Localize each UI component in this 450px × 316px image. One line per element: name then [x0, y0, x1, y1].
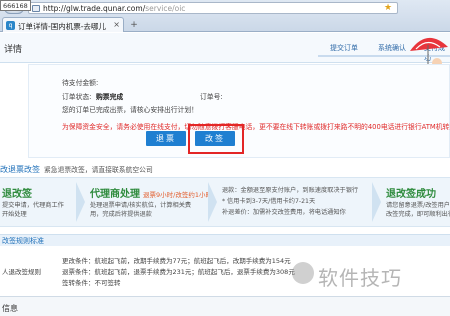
info-header [0, 296, 450, 316]
process-step-refund-desc-1: 退款：金额退至原支付账户，到账速度取决于银行 [222, 187, 359, 194]
step-submit-order: 提交订单 [330, 44, 358, 52]
rules-header [0, 234, 450, 246]
info-title: 信息 [2, 304, 18, 313]
process-step-agent-desc-1: 处理退票申请/核实航位，计算相关费 [90, 202, 192, 209]
order-status-label: 订单状态: [62, 93, 92, 101]
tab-close-icon[interactable]: × [113, 20, 120, 29]
highlight-box [188, 124, 244, 154]
new-tab-button[interactable]: + [128, 20, 140, 30]
process-arrow [372, 182, 381, 222]
process-step-apply-desc-2: 开始处理 [2, 211, 27, 218]
qunar-favicon-icon: q [6, 21, 15, 30]
tab-strip: q 订单详情-国内机票-去哪儿 × + [0, 16, 450, 32]
lock-icon [32, 5, 40, 12]
back-tooltip: 666168 [0, 0, 31, 11]
process-step-success-desc-2: 改签完成，即可顺利出行 [386, 211, 450, 218]
rule-transfer: 签转条件：不可签转 [62, 279, 121, 287]
tab-title: 订单详情-国内机票-去哪儿 [18, 22, 106, 31]
order-number-label: 订单号: [200, 93, 223, 101]
browser-chrome: http://glw.trade.qunar.com/service/oic ★… [0, 0, 450, 32]
order-message: 您的订单已完成出票，请核心安排出行计划！ [62, 106, 198, 114]
pending-amount-label: 待支付金额: [62, 79, 99, 87]
process-step-success: 退改签成功 [386, 189, 436, 200]
page-header: 详情 提交订单 系统确认 支付成功 [0, 33, 450, 73]
process-arrow [208, 182, 217, 222]
process-subtitle: 紧急退票改签，请直接联系航空公司 [44, 166, 153, 174]
address-bar[interactable]: http://glw.trade.qunar.com/service/oic [28, 2, 398, 14]
process-step-refund-desc-3: 补退差价：加需补交改签费用，将电话通知你 [222, 209, 346, 216]
rule-change: 更改条件：航班起飞前，改期手续费为77元；航班起飞后，改期手续费为154元 [62, 257, 291, 265]
refund-button[interactable]: 退票 [146, 131, 186, 146]
process-step-apply: 退改签 [2, 189, 32, 200]
process-step-agent-desc-2: 用，完成后将提供退款 [90, 211, 152, 218]
url-text: http://glw.trade.qunar.com/ [43, 4, 146, 13]
page-title: 详情 [4, 45, 23, 55]
browser-tab[interactable]: q 订单详情-国内机票-去哪儿 × [2, 17, 124, 32]
process-step-refund-desc-2: * 信用卡到3-7天/借用卡约7-21天 [222, 198, 316, 205]
url-path: service/oic [145, 4, 186, 13]
rules-title: 改签规则标准 [2, 237, 44, 245]
process-title: 改退票改签 紧急退票改签，请直接联系航空公司 [0, 165, 153, 174]
process-arrow [76, 182, 85, 222]
rules-side-label: 人退改签规则 [2, 268, 41, 276]
rule-refund: 退票条件：航班起飞前，退票手续费为231元；航班起飞后，退票手续费为308元 [62, 268, 295, 276]
process-step-apply-desc-1: 提交申请，代理商工作 [2, 202, 64, 209]
watermark-text: 软件技巧 [318, 266, 402, 290]
step-system-confirm: 系统确认 [378, 44, 406, 52]
security-warning: 为保障资金安全，请务必使用在线支付，切勿随意拨打客服电话，更不要在线下转账或拨打… [62, 123, 450, 131]
process-step-success-desc-1: 请您留意退票/改签用户 [386, 202, 450, 209]
process-step-agent: 代理商处理 退票9小时/改签约1小时 [90, 189, 212, 200]
watermark-logo-icon [292, 262, 314, 284]
order-status-value: 购票完成 [96, 93, 124, 101]
bookmark-star-icon[interactable]: ★ [384, 3, 392, 13]
